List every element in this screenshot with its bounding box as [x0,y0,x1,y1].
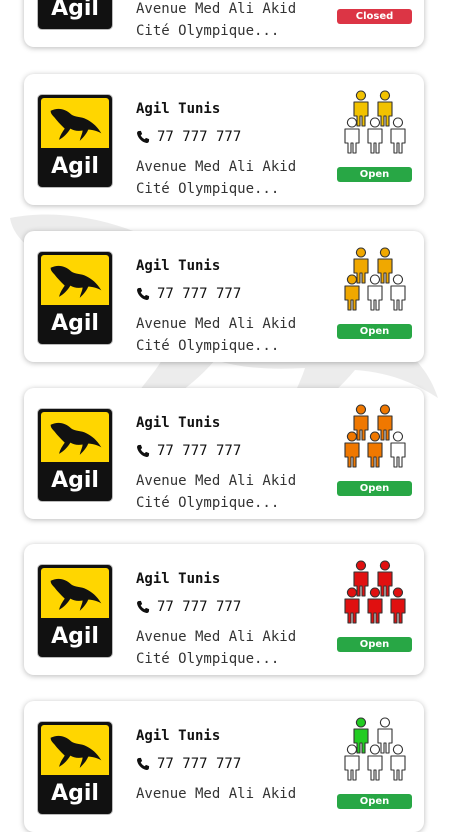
agil-logo: Agil [37,0,113,30]
horse-icon [50,108,102,141]
phone-icon [137,600,150,613]
logo-text: Agil [51,0,99,21]
person-icon [344,117,360,154]
horse-icon [50,265,102,298]
station-address: Avenue Med Ali Akid Cité Olympique... [136,473,297,511]
phone-number: 77 777 777 [157,599,242,615]
station-name: Agil Tunis [136,728,221,744]
status-badge: Open [337,794,412,809]
horse-icon [50,735,102,768]
logo-text: Agil [51,624,99,649]
station-info: Agil Tunis 77 777 777 Avenue Med Ali Aki… [136,570,336,670]
phone-icon [137,130,150,143]
station-info: Agil Tunis 77 777 777 Avenue Med Ali Aki… [136,257,336,357]
phone-number: 77 777 777 [157,286,242,302]
station-card[interactable]: Agil Agil Tunis 77 777 777 Avenue Med Al… [24,544,424,675]
person-icon [344,587,360,624]
phone-number: 77 777 777 [157,443,242,459]
status-badge: Open [337,324,412,339]
person-icon [344,431,360,468]
agil-logo: Agil [37,408,113,502]
person-icon [367,587,383,624]
person-icon [377,560,393,597]
station-name: Agil Tunis [136,258,221,274]
station-card[interactable]: Agil Agil Tunis 77 777 777 Avenue Med Al… [24,231,424,362]
station-address: Avenue Med Ali Akid Cité Olympique... [136,316,297,354]
status-badge: Open [337,637,412,652]
status-badge: Open [337,167,412,182]
station-info: Agil Tunis 77 777 777 Avenue Med Ali Aki… [136,727,336,805]
person-icon [377,90,393,127]
person-icon [377,717,393,754]
person-icon [390,744,406,781]
phone-number: 77 777 777 [157,756,242,772]
station-name: Agil Tunis [136,415,221,431]
station-info: Agil Tunis 77 777 777 Avenue Med Ali Aki… [136,414,336,514]
station-phone[interactable]: 77 777 777 [136,285,336,303]
station-phone[interactable]: 77 777 777 [136,128,336,146]
logo-text: Agil [51,781,99,806]
station-address: Avenue Med Ali Akid Cité Olympique... [136,159,297,197]
station-card[interactable]: Agil Avenue Med Ali Akid Cité Olympique.… [24,0,424,47]
phone-number: 77 777 777 [157,129,242,145]
station-name: Agil Tunis [136,571,221,587]
station-phone[interactable]: 77 777 777 [136,598,336,616]
logo-text: Agil [51,154,99,179]
station-info: Agil Tunis 77 777 777 Avenue Med Ali Aki… [136,100,336,200]
crowd-level-icon [338,0,412,2]
station-info: Avenue Med Ali Akid Cité Olympique... [136,0,336,42]
station-card[interactable]: Agil Agil Tunis 77 777 777 Avenue Med Al… [24,74,424,205]
agil-logo: Agil [37,251,113,345]
station-phone[interactable]: 77 777 777 [136,442,336,460]
status-badge: Open [337,481,412,496]
horse-icon [50,578,102,611]
person-icon [390,274,406,311]
phone-icon [137,757,150,770]
crowd-level-icon [344,560,406,624]
agil-logo: Agil [37,94,113,188]
crowd-level-icon [344,717,406,781]
person-icon [390,431,406,468]
crowd-level-icon [344,90,406,154]
crowd-level-icon [344,247,406,311]
person-icon [390,587,406,624]
phone-icon [137,444,150,457]
crowd-level-icon [344,404,406,468]
person-icon [367,431,383,468]
station-card[interactable]: Agil Agil Tunis 77 777 777 Avenue Med Al… [24,701,424,832]
person-icon [367,744,383,781]
logo-text: Agil [51,311,99,336]
station-card[interactable]: Agil Agil Tunis 77 777 777 Avenue Med Al… [24,388,424,519]
logo-text: Agil [51,468,99,493]
person-icon [367,117,383,154]
station-address: Avenue Med Ali Akid Cité Olympique... [136,629,297,667]
person-icon [344,744,360,781]
station-address: Avenue Med Ali Akid Cité Olympique... [136,1,297,39]
person-icon [377,247,393,284]
person-icon [367,274,383,311]
agil-logo: Agil [37,721,113,815]
person-icon [390,117,406,154]
status-badge: Closed [337,9,412,24]
horse-icon [50,422,102,455]
station-address: Avenue Med Ali Akid [136,786,297,802]
person-icon [377,404,393,441]
station-phone[interactable]: 77 777 777 [136,755,336,773]
agil-logo: Agil [37,564,113,658]
station-name: Agil Tunis [136,101,221,117]
person-icon [344,274,360,311]
phone-icon [137,287,150,300]
